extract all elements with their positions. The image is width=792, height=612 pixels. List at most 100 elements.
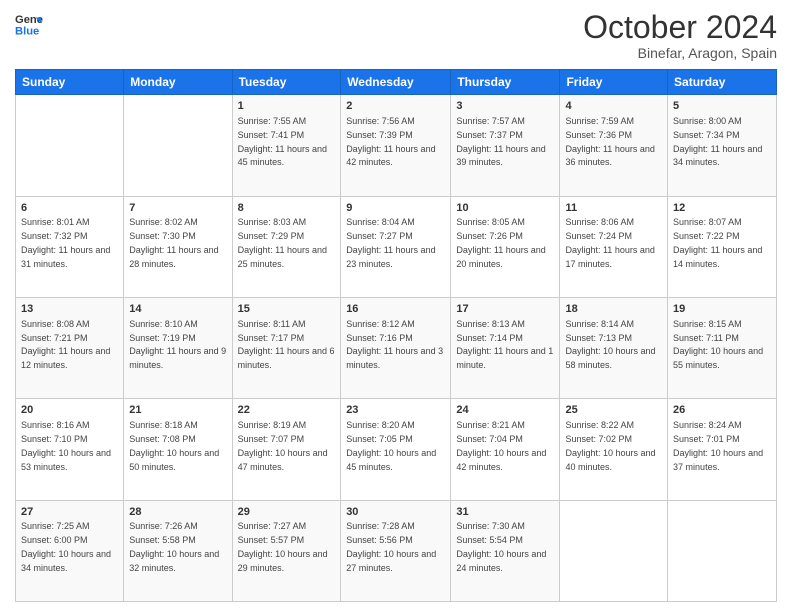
table-row: 12 Sunrise: 8:07 AMSunset: 7:22 PMDaylig… xyxy=(668,196,777,297)
title-block: October 2024 Binefar, Aragon, Spain xyxy=(583,10,777,61)
week-row-5: 27 Sunrise: 7:25 AMSunset: 6:00 PMDaylig… xyxy=(16,500,777,601)
cell-info: Sunrise: 8:10 AMSunset: 7:19 PMDaylight:… xyxy=(129,319,226,370)
table-row: 14 Sunrise: 8:10 AMSunset: 7:19 PMDaylig… xyxy=(124,297,232,398)
day-number: 14 xyxy=(129,302,226,317)
table-row: 16 Sunrise: 8:12 AMSunset: 7:16 PMDaylig… xyxy=(341,297,451,398)
header: General Blue October 2024 Binefar, Arago… xyxy=(15,10,777,61)
cell-info: Sunrise: 7:25 AMSunset: 6:00 PMDaylight:… xyxy=(21,521,111,572)
cell-info: Sunrise: 8:21 AMSunset: 7:04 PMDaylight:… xyxy=(456,420,546,471)
week-row-4: 20 Sunrise: 8:16 AMSunset: 7:10 PMDaylig… xyxy=(16,399,777,500)
cell-info: Sunrise: 8:15 AMSunset: 7:11 PMDaylight:… xyxy=(673,319,763,370)
table-row xyxy=(124,95,232,196)
cell-info: Sunrise: 8:02 AMSunset: 7:30 PMDaylight:… xyxy=(129,217,218,268)
cell-info: Sunrise: 7:55 AMSunset: 7:41 PMDaylight:… xyxy=(238,116,327,167)
day-number: 22 xyxy=(238,403,336,418)
cell-info: Sunrise: 8:07 AMSunset: 7:22 PMDaylight:… xyxy=(673,217,762,268)
cell-info: Sunrise: 8:16 AMSunset: 7:10 PMDaylight:… xyxy=(21,420,111,471)
cell-info: Sunrise: 8:20 AMSunset: 7:05 PMDaylight:… xyxy=(346,420,436,471)
cell-info: Sunrise: 8:22 AMSunset: 7:02 PMDaylight:… xyxy=(565,420,655,471)
day-number: 25 xyxy=(565,403,662,418)
page: General Blue October 2024 Binefar, Arago… xyxy=(0,0,792,612)
table-row: 18 Sunrise: 8:14 AMSunset: 7:13 PMDaylig… xyxy=(560,297,668,398)
main-title: October 2024 xyxy=(583,10,777,45)
day-number: 8 xyxy=(238,201,336,216)
col-sunday: Sunday xyxy=(16,70,124,95)
day-number: 10 xyxy=(456,201,554,216)
day-number: 18 xyxy=(565,302,662,317)
cell-info: Sunrise: 7:28 AMSunset: 5:56 PMDaylight:… xyxy=(346,521,436,572)
cell-info: Sunrise: 7:27 AMSunset: 5:57 PMDaylight:… xyxy=(238,521,328,572)
table-row: 25 Sunrise: 8:22 AMSunset: 7:02 PMDaylig… xyxy=(560,399,668,500)
cell-info: Sunrise: 8:01 AMSunset: 7:32 PMDaylight:… xyxy=(21,217,110,268)
col-monday: Monday xyxy=(124,70,232,95)
table-row: 19 Sunrise: 8:15 AMSunset: 7:11 PMDaylig… xyxy=(668,297,777,398)
table-row: 22 Sunrise: 8:19 AMSunset: 7:07 PMDaylig… xyxy=(232,399,341,500)
day-number: 31 xyxy=(456,505,554,520)
day-number: 11 xyxy=(565,201,662,216)
day-number: 27 xyxy=(21,505,118,520)
calendar-table: Sunday Monday Tuesday Wednesday Thursday… xyxy=(15,69,777,602)
day-number: 30 xyxy=(346,505,445,520)
day-number: 2 xyxy=(346,99,445,114)
week-row-3: 13 Sunrise: 8:08 AMSunset: 7:21 PMDaylig… xyxy=(16,297,777,398)
table-row: 26 Sunrise: 8:24 AMSunset: 7:01 PMDaylig… xyxy=(668,399,777,500)
subtitle: Binefar, Aragon, Spain xyxy=(583,45,777,61)
table-row: 29 Sunrise: 7:27 AMSunset: 5:57 PMDaylig… xyxy=(232,500,341,601)
table-row: 11 Sunrise: 8:06 AMSunset: 7:24 PMDaylig… xyxy=(560,196,668,297)
day-number: 21 xyxy=(129,403,226,418)
week-row-1: 1 Sunrise: 7:55 AMSunset: 7:41 PMDayligh… xyxy=(16,95,777,196)
table-row: 15 Sunrise: 8:11 AMSunset: 7:17 PMDaylig… xyxy=(232,297,341,398)
col-tuesday: Tuesday xyxy=(232,70,341,95)
day-number: 16 xyxy=(346,302,445,317)
week-row-2: 6 Sunrise: 8:01 AMSunset: 7:32 PMDayligh… xyxy=(16,196,777,297)
day-number: 15 xyxy=(238,302,336,317)
day-number: 3 xyxy=(456,99,554,114)
table-row xyxy=(668,500,777,601)
day-number: 4 xyxy=(565,99,662,114)
table-row: 27 Sunrise: 7:25 AMSunset: 6:00 PMDaylig… xyxy=(16,500,124,601)
cell-info: Sunrise: 8:05 AMSunset: 7:26 PMDaylight:… xyxy=(456,217,545,268)
table-row: 23 Sunrise: 8:20 AMSunset: 7:05 PMDaylig… xyxy=(341,399,451,500)
table-row: 30 Sunrise: 7:28 AMSunset: 5:56 PMDaylig… xyxy=(341,500,451,601)
day-number: 13 xyxy=(21,302,118,317)
cell-info: Sunrise: 8:18 AMSunset: 7:08 PMDaylight:… xyxy=(129,420,219,471)
day-number: 19 xyxy=(673,302,771,317)
col-wednesday: Wednesday xyxy=(341,70,451,95)
day-number: 28 xyxy=(129,505,226,520)
cell-info: Sunrise: 8:19 AMSunset: 7:07 PMDaylight:… xyxy=(238,420,328,471)
table-row: 20 Sunrise: 8:16 AMSunset: 7:10 PMDaylig… xyxy=(16,399,124,500)
table-row xyxy=(16,95,124,196)
table-row: 1 Sunrise: 7:55 AMSunset: 7:41 PMDayligh… xyxy=(232,95,341,196)
day-number: 1 xyxy=(238,99,336,114)
logo-icon: General Blue xyxy=(15,10,43,38)
day-number: 5 xyxy=(673,99,771,114)
cell-info: Sunrise: 8:13 AMSunset: 7:14 PMDaylight:… xyxy=(456,319,553,370)
table-row: 17 Sunrise: 8:13 AMSunset: 7:14 PMDaylig… xyxy=(451,297,560,398)
table-row: 4 Sunrise: 7:59 AMSunset: 7:36 PMDayligh… xyxy=(560,95,668,196)
calendar-header-row: Sunday Monday Tuesday Wednesday Thursday… xyxy=(16,70,777,95)
day-number: 20 xyxy=(21,403,118,418)
table-row: 7 Sunrise: 8:02 AMSunset: 7:30 PMDayligh… xyxy=(124,196,232,297)
table-row: 28 Sunrise: 7:26 AMSunset: 5:58 PMDaylig… xyxy=(124,500,232,601)
day-number: 17 xyxy=(456,302,554,317)
table-row: 2 Sunrise: 7:56 AMSunset: 7:39 PMDayligh… xyxy=(341,95,451,196)
day-number: 6 xyxy=(21,201,118,216)
svg-text:Blue: Blue xyxy=(15,25,39,37)
table-row: 9 Sunrise: 8:04 AMSunset: 7:27 PMDayligh… xyxy=(341,196,451,297)
cell-info: Sunrise: 8:12 AMSunset: 7:16 PMDaylight:… xyxy=(346,319,443,370)
cell-info: Sunrise: 7:30 AMSunset: 5:54 PMDaylight:… xyxy=(456,521,546,572)
cell-info: Sunrise: 8:04 AMSunset: 7:27 PMDaylight:… xyxy=(346,217,435,268)
cell-info: Sunrise: 7:57 AMSunset: 7:37 PMDaylight:… xyxy=(456,116,545,167)
table-row: 10 Sunrise: 8:05 AMSunset: 7:26 PMDaylig… xyxy=(451,196,560,297)
day-number: 24 xyxy=(456,403,554,418)
table-row: 31 Sunrise: 7:30 AMSunset: 5:54 PMDaylig… xyxy=(451,500,560,601)
logo: General Blue xyxy=(15,10,43,38)
table-row: 3 Sunrise: 7:57 AMSunset: 7:37 PMDayligh… xyxy=(451,95,560,196)
cell-info: Sunrise: 7:56 AMSunset: 7:39 PMDaylight:… xyxy=(346,116,435,167)
table-row xyxy=(560,500,668,601)
cell-info: Sunrise: 8:00 AMSunset: 7:34 PMDaylight:… xyxy=(673,116,762,167)
table-row: 21 Sunrise: 8:18 AMSunset: 7:08 PMDaylig… xyxy=(124,399,232,500)
col-saturday: Saturday xyxy=(668,70,777,95)
day-number: 26 xyxy=(673,403,771,418)
table-row: 6 Sunrise: 8:01 AMSunset: 7:32 PMDayligh… xyxy=(16,196,124,297)
